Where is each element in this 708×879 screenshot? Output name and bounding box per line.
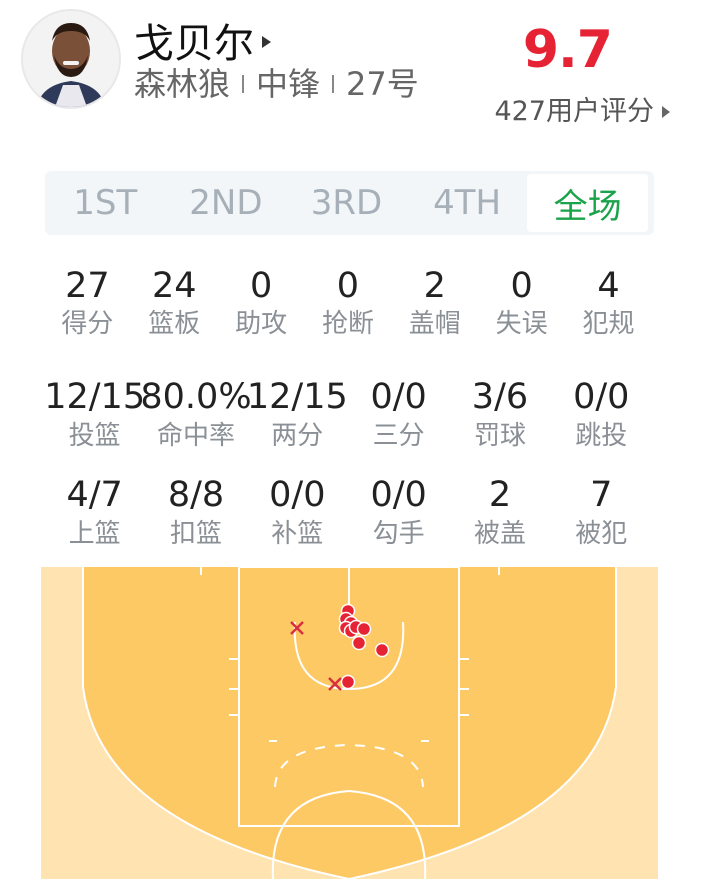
stat-jump-shots: 0/0 跳投 [551,374,652,452]
stat-label: 罚球 [473,421,526,451]
stat-value: 3/6 [471,377,529,417]
stat-free-throws: 3/6 罚球 [449,374,550,452]
stat-label: 被盖 [473,519,526,549]
player-name[interactable]: 戈贝尔 [134,22,254,66]
tab-4th[interactable]: 4TH [407,171,528,235]
stat-value: 27 [65,266,110,306]
stat-value: 12/15 [44,377,146,417]
stat-value: 2 [423,266,446,306]
stat-label: 两分 [271,421,324,451]
tab-3rd[interactable]: 3RD [286,171,407,235]
made-shot-marker [351,635,367,651]
stat-layups: 4/7 上篮 [44,472,145,550]
stat-dunks: 8/8 扣篮 [145,472,246,550]
quarter-tabs: 1ST 2ND 3RD 4TH 全场 [45,171,654,235]
stat-label: 补篮 [271,519,324,549]
basic-stats-row: 27 得分 24 篮板 0 助攻 0 抢断 2 盖帽 0 失误 4 犯规 [44,264,652,340]
stat-fouled: 7 被犯 [551,472,652,550]
tab-full-game[interactable]: 全场 [527,174,648,232]
name-arrow-icon[interactable] [262,36,271,48]
stat-label: 被犯 [575,519,628,549]
stat-label: 篮板 [148,309,201,339]
stat-two-pointers: 12/15 两分 [247,374,348,452]
stat-value: 7 [590,475,613,515]
stat-label: 犯规 [582,309,635,339]
stat-label: 失误 [495,309,548,339]
stat-rebounds: 24 篮板 [131,264,218,340]
stat-label: 抢断 [321,309,374,339]
rating-count[interactable]: 427用户评分 [494,97,654,127]
stat-value: 80.0% [140,377,252,417]
tab-2nd[interactable]: 2ND [166,171,287,235]
stat-value: 0/0 [573,377,630,417]
team-name: 森林狼 [134,65,231,103]
stat-value: 12/15 [246,377,348,417]
stat-label: 得分 [61,309,114,339]
stat-turnovers: 0 失误 [478,264,565,340]
stat-value: 4/7 [66,475,123,515]
chevron-right-icon[interactable] [662,106,670,118]
stat-value: 0/0 [269,475,326,515]
stat-assists: 0 助攻 [218,264,305,340]
made-shot-marker [340,674,356,690]
stat-label: 投篮 [68,421,121,451]
stat-value: 24 [151,266,197,306]
stat-label: 上篮 [68,519,121,549]
stat-label: 三分 [372,421,425,451]
stat-label: 跳投 [575,421,628,451]
stat-value: 0/0 [370,377,427,417]
stat-label: 助攻 [235,309,288,339]
stat-putbacks: 0/0 补篮 [247,472,348,550]
stat-value: 8/8 [167,475,225,515]
divider [242,75,245,93]
tab-1st[interactable]: 1ST [45,171,166,235]
stat-value: 0 [510,266,533,306]
court-diagram [82,567,617,879]
stat-field-goals: 12/15 投篮 [44,374,145,452]
divider [332,75,335,93]
stat-value: 4 [597,266,620,306]
made-shot-marker [356,621,372,637]
stat-three-pointers: 0/0 三分 [348,374,449,452]
stat-value: 0/0 [370,475,427,515]
rating-link[interactable]: 427用户评分 [494,97,670,127]
jersey-number: 27号 [346,65,419,103]
player-meta: 森林狼 中锋 27号 [134,66,419,102]
stat-blocks: 2 盖帽 [391,264,478,340]
shooting-stats-row: 12/15 投篮 80.0% 命中率 12/15 两分 0/0 三分 3/6 罚球 0/0… [44,374,652,452]
player-name-row[interactable]: 戈贝尔 [134,22,271,66]
rating-score: 9.7 [522,20,613,80]
stat-value: 0 [249,266,273,306]
stat-value: 2 [488,475,512,515]
player-position: 中锋 [256,65,321,103]
stat-hook-shots: 0/0 勾手 [348,472,449,550]
shot-type-stats-row: 4/7 上篮 8/8 扣篮 0/0 补篮 0/0 勾手 2 被盖 7 被犯 [44,472,652,550]
stat-steals: 0 抢断 [305,264,392,340]
stat-label: 扣篮 [169,519,222,549]
stat-blocked: 2 被盖 [449,472,550,550]
stat-label: 盖帽 [408,309,461,339]
stat-value: 0 [336,266,360,306]
shot-chart-court [41,567,658,879]
stat-label: 命中率 [156,421,235,451]
player-avatar [21,9,121,109]
stat-points: 27 得分 [44,264,131,340]
player-photo [23,11,119,107]
stat-fg-percentage: 80.0% 命中率 [140,374,251,452]
stat-fouls: 4 犯规 [565,264,652,340]
made-shot-marker [374,642,390,658]
stat-label: 勾手 [372,519,425,549]
